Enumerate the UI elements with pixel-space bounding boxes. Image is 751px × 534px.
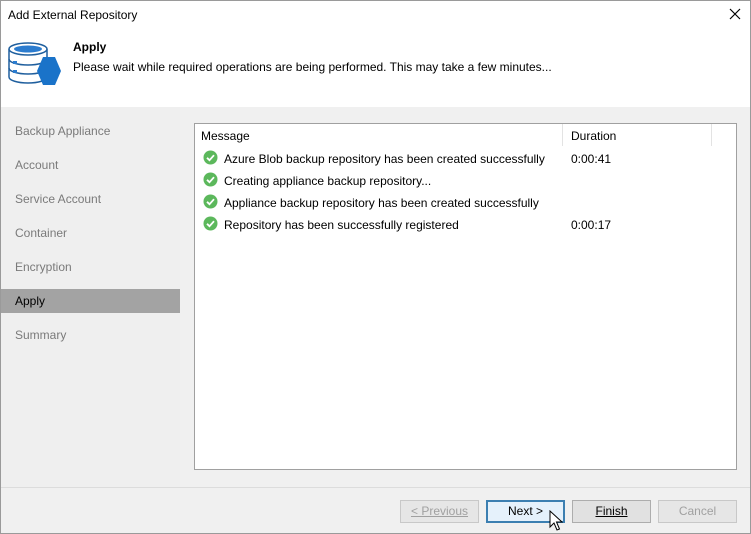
step-label: Encryption — [15, 260, 72, 274]
operations-log[interactable]: Message Duration Azure Blob backup repos… — [194, 123, 737, 470]
step-label: Summary — [15, 328, 67, 342]
wizard-header: Apply Please wait while required operati… — [1, 29, 750, 107]
step-label: Account — [15, 158, 59, 172]
close-icon — [729, 8, 741, 20]
step-apply[interactable]: Apply — [1, 289, 180, 313]
column-header-duration[interactable]: Duration — [571, 129, 616, 143]
step-backup-appliance[interactable]: Backup Appliance — [1, 119, 180, 143]
log-header: Message Duration — [195, 124, 736, 146]
cancel-button[interactable]: Cancel — [658, 500, 737, 523]
repository-database-icon — [8, 42, 61, 85]
log-message: Appliance backup repository has been cre… — [224, 196, 539, 210]
window-title: Add External Repository — [8, 8, 138, 22]
step-label: Apply — [15, 294, 46, 308]
log-duration: 0:00:41 — [571, 152, 612, 166]
log-row: Repository has been successfully registe… — [195, 213, 736, 235]
column-header-message[interactable]: Message — [201, 129, 250, 143]
step-label: Service Account — [15, 192, 102, 206]
page-title: Apply — [73, 40, 107, 54]
mouse-pointer-icon — [549, 510, 563, 531]
log-row: Azure Blob backup repository has been cr… — [195, 147, 736, 169]
step-container[interactable]: Container — [1, 221, 180, 245]
log-duration: 0:00:17 — [571, 218, 612, 232]
close-button[interactable] — [720, 1, 750, 29]
log-message: Repository has been successfully registe… — [224, 218, 459, 232]
step-service-account[interactable]: Service Account — [1, 187, 180, 211]
wizard-steps-sidebar: Backup Appliance Account Service Account… — [1, 107, 180, 487]
page-subtitle: Please wait while required operations ar… — [73, 60, 552, 74]
success-check-icon — [203, 194, 218, 209]
add-external-repository-dialog: Add External Repository Apply Please wai… — [0, 0, 751, 534]
wizard-footer: < Previous Next > Finish Cancel — [1, 487, 750, 533]
column-divider[interactable] — [562, 124, 563, 146]
wizard-content: Message Duration Azure Blob backup repos… — [180, 107, 750, 487]
column-divider[interactable] — [711, 124, 712, 146]
success-check-icon — [203, 172, 218, 187]
title-bar: Add External Repository — [1, 1, 750, 29]
finish-button[interactable]: Finish — [572, 500, 651, 523]
previous-button[interactable]: < Previous — [400, 500, 479, 523]
log-message: Azure Blob backup repository has been cr… — [224, 152, 545, 166]
log-message: Creating appliance backup repository... — [224, 174, 432, 188]
success-check-icon — [203, 150, 218, 165]
step-account[interactable]: Account — [1, 153, 180, 177]
success-check-icon — [203, 216, 218, 231]
step-encryption[interactable]: Encryption — [1, 255, 180, 279]
step-label: Backup Appliance — [15, 124, 111, 138]
log-row: Appliance backup repository has been cre… — [195, 191, 736, 213]
log-row: Creating appliance backup repository... — [195, 169, 736, 191]
step-summary[interactable]: Summary — [1, 323, 180, 347]
step-label: Container — [15, 226, 68, 240]
